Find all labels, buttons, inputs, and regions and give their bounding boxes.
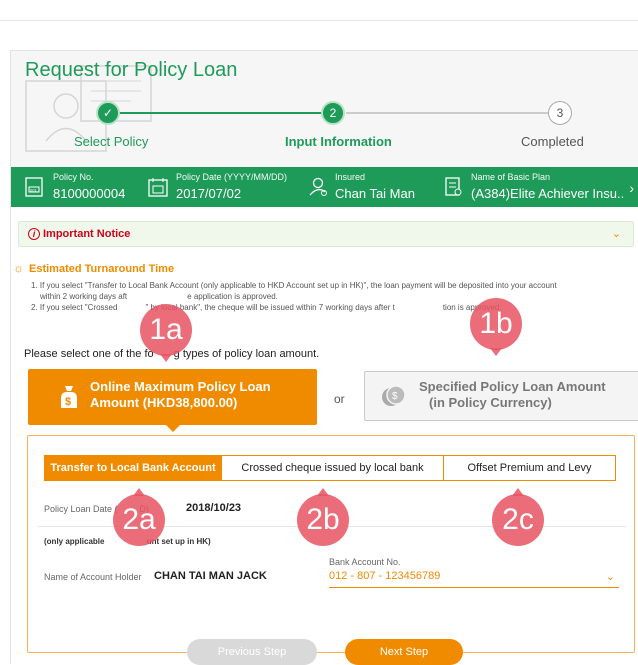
page-title: Request for Policy Loan: [25, 59, 238, 81]
step-3-label: Completed: [521, 134, 584, 149]
step-2-label: Input Information: [285, 134, 392, 149]
money-bag-icon: $: [61, 386, 77, 408]
insured-label: Insured: [335, 172, 366, 182]
bank-account-value: 012 - 807 - 123456789: [329, 570, 441, 582]
plan-value: (A384)Elite Achiever Insu..: [471, 186, 625, 201]
plan-label: Name of Basic Plan: [471, 172, 551, 182]
annotation-badge-1b: 1b: [470, 298, 522, 356]
checkmark-icon: ✓: [102, 106, 114, 120]
bank-account-label: Bank Account No.: [329, 557, 401, 567]
important-notice-title: Important Notice: [43, 228, 131, 240]
policy-no-item: 001 Policy No. 8100000004: [25, 167, 155, 207]
annotation-badge-2a: 2a: [113, 488, 165, 546]
plan-document-icon: [445, 177, 462, 196]
step-1-circle: ✓: [96, 101, 120, 125]
previous-step-button[interactable]: Previous Step: [187, 639, 317, 665]
important-notice-accordion[interactable]: i Important Notice ⌄: [18, 221, 634, 247]
step-2-circle: 2: [321, 101, 345, 125]
annotation-badge-2c: 2c: [492, 488, 544, 546]
header-banner: Request for Policy Loan ✓ 2 3 Select Pol…: [11, 51, 638, 167]
svg-text:001: 001: [30, 188, 37, 193]
coins-icon: $: [382, 385, 406, 406]
turnaround-line-3: 2. If you select "Crossed " by local bank…: [31, 303, 502, 312]
next-step-button[interactable]: Next Step: [345, 639, 463, 665]
policy-date-item: Policy Date (YYYY/MM/DD) 2017/07/02: [148, 167, 298, 207]
online-max-line-2: Amount (HKD38,800.00): [90, 395, 238, 410]
or-separator: or: [334, 392, 345, 406]
info-icon: i: [28, 228, 40, 240]
policy-no-label: Policy No.: [53, 172, 94, 182]
loan-date-value: 2018/10/23: [186, 502, 242, 514]
policy-info-bar[interactable]: 001 Policy No. 8100000004 Policy Date (Y…: [11, 167, 638, 207]
stepper-line-done: [106, 112, 334, 114]
selected-option-pointer: [166, 425, 180, 432]
annotation-badge-1a: 1a: [140, 304, 192, 362]
chevron-down-icon: ⌄: [605, 571, 615, 583]
chevron-down-icon[interactable]: ⌄: [612, 227, 621, 240]
tab-offset-premium[interactable]: Offset Premium and Levy: [443, 456, 615, 480]
loan-request-card: Request for Policy Loan ✓ 2 3 Select Pol…: [10, 50, 638, 665]
step-3-circle: 3: [548, 101, 572, 125]
turnaround-description: 1. If you select "Transfer to Local Bank…: [31, 280, 638, 313]
policy-no-value: 8100000004: [53, 186, 126, 201]
policy-date-label: Policy Date (YYYY/MM/DD): [176, 172, 288, 182]
stepper-line-pending: [346, 112, 554, 114]
payment-method-tabs: Transfer to Local Bank Account Crossed c…: [44, 455, 616, 481]
calendar-icon: [148, 178, 168, 197]
insured-person-icon: [309, 177, 327, 196]
annotation-badge-2b: 2b: [297, 488, 349, 546]
policy-document-icon: 001: [25, 177, 43, 197]
top-divider: [0, 20, 638, 21]
turnaround-line-2: within 2 working days aft e application i…: [40, 292, 278, 301]
policy-date-value: 2017/07/02: [176, 186, 242, 201]
account-holder-label: Name of Account Holder: [44, 572, 142, 582]
step-1-label: Select Policy: [74, 134, 149, 149]
svg-text:$: $: [392, 391, 398, 402]
specified-line-1: Specified Policy Loan Amount: [419, 379, 606, 394]
tab-transfer-local-bank[interactable]: Transfer to Local Bank Account: [45, 456, 221, 480]
insured-value: Chan Tai Man: [335, 186, 415, 201]
lightbulb-icon: ☼: [13, 261, 24, 275]
svg-text:$: $: [65, 396, 71, 408]
chevron-right-icon[interactable]: ›: [629, 180, 634, 196]
turnaround-title: ☼ Estimated Turnaround Time: [13, 261, 175, 275]
basic-plan-item: Name of Basic Plan (A384)Elite Achiever …: [445, 167, 625, 207]
specified-line-2: (in Policy Currency): [429, 395, 552, 410]
turnaround-line-1: 1. If you select "Transfer to Local Bank…: [31, 281, 557, 290]
online-maximum-loan-option[interactable]: $ Online Maximum Policy Loan Amount (HKD…: [28, 369, 317, 425]
tab-crossed-cheque[interactable]: Crossed cheque issued by local bank: [221, 456, 443, 480]
insured-item: Insured Chan Tai Man: [309, 167, 439, 207]
online-max-line-1: Online Maximum Policy Loan: [90, 379, 271, 394]
specified-loan-option[interactable]: $ Specified Policy Loan Amount (in Polic…: [364, 371, 638, 421]
account-holder-value: CHAN TAI MAN JACK: [154, 570, 267, 582]
bank-account-select[interactable]: 012 - 807 - 123456789 ⌄: [329, 570, 619, 588]
